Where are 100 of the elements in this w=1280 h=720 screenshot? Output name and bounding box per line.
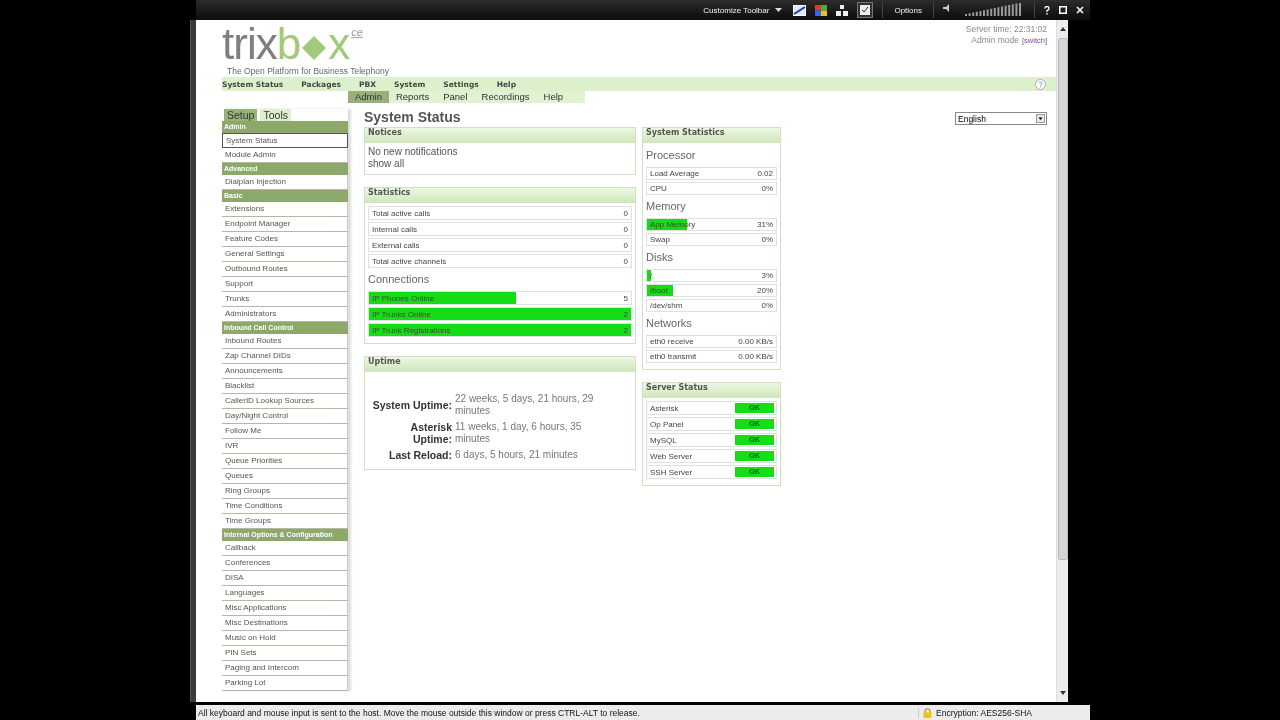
stat-label: /boot xyxy=(650,286,668,295)
sidebar-item[interactable]: Outbound Routes xyxy=(222,262,348,277)
panel-header: Notices xyxy=(365,128,635,143)
uptime-value: 6 days, 5 hours, 21 minutes xyxy=(455,449,579,461)
stat-value: 3% xyxy=(761,271,773,280)
lock-icon xyxy=(923,707,933,718)
admin-mode-label: Admin mode xyxy=(971,35,1019,46)
sub-nav-tab[interactable]: Recordings xyxy=(474,91,537,103)
stat-label: /dev/shm xyxy=(650,301,683,310)
sidebar-tab[interactable]: Tools xyxy=(260,109,291,121)
sidebar-item[interactable]: Time Conditions xyxy=(222,499,348,514)
sidebar-item[interactable]: Blacklist xyxy=(222,379,348,394)
scrollbar-thumb[interactable] xyxy=(1057,38,1068,560)
sidebar-item[interactable]: DISA xyxy=(222,571,348,586)
sidebar-tab[interactable]: Setup xyxy=(224,109,258,121)
sub-nav-tab[interactable]: Panel xyxy=(436,91,475,103)
stat-label: Total active channels xyxy=(372,256,447,266)
status-message: All keyboard and mouse input is sent to the host. Move the mouse outside this window or press CTRL-ALT to release. xyxy=(198,707,640,718)
color-squares-icon[interactable] xyxy=(815,4,828,16)
panel-header: Statistics xyxy=(365,188,635,203)
stat-label: IP Trunk Registrations xyxy=(372,325,451,335)
sub-nav-tab[interactable]: Reports xyxy=(388,91,437,103)
stat-value: 0.00 KB/s xyxy=(738,352,773,361)
stat-label: eth0 receive xyxy=(650,337,694,346)
section-heading: Processor xyxy=(646,149,697,162)
sidebar-item[interactable]: Parking Lot xyxy=(222,676,348,691)
stat-value: 0.02 xyxy=(757,169,773,178)
stat-label: Swap xyxy=(650,235,670,244)
monitor-icon[interactable] xyxy=(793,4,807,16)
restore-icon[interactable] xyxy=(1059,6,1067,14)
sidebar-item[interactable]: Zap Channel DIDs xyxy=(222,349,348,364)
customize-toolbar-button[interactable]: Customize Toolbar xyxy=(701,5,785,15)
stat-value: 0 xyxy=(623,240,628,250)
sidebar-item[interactable]: Administrators xyxy=(222,307,348,322)
stat-value: 0 xyxy=(623,208,628,218)
panel-header: System Statistics xyxy=(643,128,780,143)
sidebar-item[interactable]: Callback xyxy=(222,541,348,556)
stat-label: / xyxy=(650,271,653,280)
uptime-label: System Uptime: xyxy=(372,399,452,411)
sidebar-item[interactable]: Extensions xyxy=(222,202,348,217)
close-icon[interactable] xyxy=(1076,6,1084,14)
sub-nav-tab[interactable]: Help xyxy=(536,91,571,103)
stat-value: 0% xyxy=(761,301,773,310)
panel-header: Server Status xyxy=(643,383,780,398)
notice-message: No new notifications xyxy=(368,146,459,158)
sidebar-item[interactable]: Dialplan Injection xyxy=(222,175,348,190)
stat-label: Load Average xyxy=(650,169,700,178)
language-select[interactable]: English xyxy=(955,112,1047,125)
sidebar-item[interactable]: Music on Hold xyxy=(222,631,348,646)
help-icon[interactable] xyxy=(1044,5,1050,15)
stat-label: Total active calls xyxy=(372,208,431,218)
page-title: System Status xyxy=(364,109,462,125)
stat-label: External calls xyxy=(372,240,420,250)
sidebar-item[interactable]: Paging and Intercom xyxy=(222,661,348,676)
stat-value: 5 xyxy=(623,293,628,303)
sidebar-item[interactable]: Queues xyxy=(222,469,348,484)
sidebar-item[interactable]: General Settings xyxy=(222,247,348,262)
stat-value: 0.00 KB/s xyxy=(738,337,773,346)
sidebar-item[interactable]: Announcements xyxy=(222,364,348,379)
stat-label: CPU xyxy=(650,184,667,193)
stat-value: 2 xyxy=(623,309,628,319)
checklist-icon[interactable] xyxy=(857,2,874,18)
caret-icon xyxy=(775,8,783,12)
sidebar-item[interactable]: Misc Applications xyxy=(222,601,348,616)
sidebar-item[interactable]: IVR xyxy=(222,439,348,454)
sidebar-item[interactable]: Trunks xyxy=(222,292,348,307)
scrollbar[interactable] xyxy=(1056,20,1068,702)
sidebar-item[interactable]: Conferences xyxy=(222,556,348,571)
service-label: Op Panel xyxy=(650,419,684,429)
sidebar-item[interactable]: Module Admin xyxy=(222,148,348,163)
sidebar-item[interactable]: Day/Night Control xyxy=(222,409,348,424)
uptime-label: Last Reload: xyxy=(388,449,452,461)
options-button[interactable]: Options xyxy=(892,5,924,15)
sidebar-item[interactable]: CallerID Lookup Sources xyxy=(222,394,348,409)
sub-nav-tab[interactable]: Admin xyxy=(348,91,389,103)
sidebar-item[interactable]: Misc Destinations xyxy=(222,616,348,631)
network-icon[interactable] xyxy=(836,4,849,16)
uptime-value: 11 weeks, 1 day, 6 hours, 35 minutes xyxy=(455,421,583,445)
sidebar-item[interactable]: Ring Groups xyxy=(222,484,348,499)
sidebar-item[interactable]: Inbound Routes xyxy=(222,334,348,349)
server-time: Server time: 22:31:02 xyxy=(965,24,1047,35)
sidebar-item[interactable]: Feature Codes xyxy=(222,232,348,247)
logo-wordmark: trixb xyxy=(222,24,301,64)
encryption-label: Encryption: AES256-SHA xyxy=(936,707,1032,718)
stat-value: 31% xyxy=(757,220,773,229)
logo-letter: x xyxy=(328,24,350,64)
sidebar-item[interactable]: Endpoint Manager xyxy=(222,217,348,232)
show-all-link[interactable]: show all xyxy=(368,158,632,170)
sidebar-item[interactable]: Follow Me xyxy=(222,424,348,439)
section-heading: Disks xyxy=(646,251,674,264)
sidebar-item[interactable]: Time Groups xyxy=(222,514,348,529)
diamond-icon xyxy=(300,34,329,62)
sidebar-item[interactable]: Languages xyxy=(222,586,348,601)
stat-value: 2 xyxy=(623,325,628,335)
sidebar-item[interactable]: Support xyxy=(222,277,348,292)
stat-value: 0% xyxy=(761,184,773,193)
sidebar-item[interactable]: Queue Priorities xyxy=(222,454,348,469)
sidebar-item[interactable]: System Status xyxy=(222,133,348,148)
service-label: MySQL xyxy=(650,435,677,445)
sidebar-item[interactable]: PIN Sets xyxy=(222,646,348,661)
